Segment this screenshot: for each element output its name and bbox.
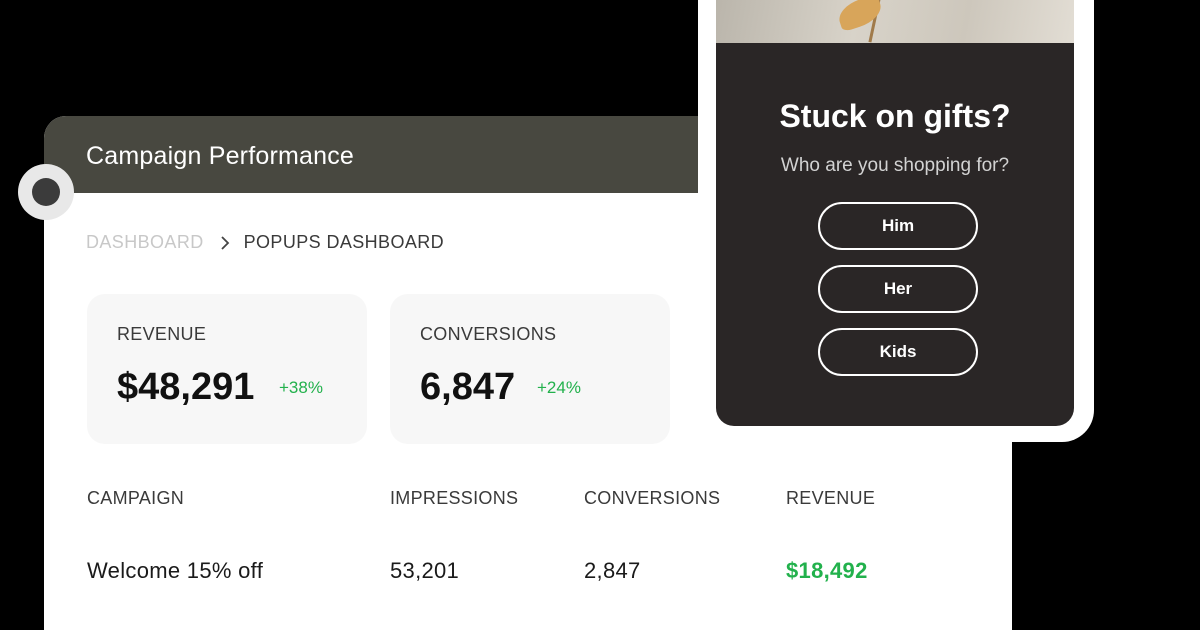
stat-label: REVENUE <box>117 324 207 344</box>
popup-hero-image <box>716 0 1074 43</box>
chevron-right-icon <box>220 235 229 250</box>
breadcrumb: DASHBOARD POPUPS DASHBOARD <box>86 232 444 253</box>
table-header-conversions[interactable]: CONVERSIONS <box>584 488 720 509</box>
revenue-stat-card: REVENUE $48,291 +38% <box>87 294 367 444</box>
table-cell-conversions: 2,847 <box>584 558 641 583</box>
stat-label: CONVERSIONS <box>420 324 557 344</box>
option-her-button[interactable]: Her <box>818 265 978 313</box>
popup-title: Stuck on gifts? <box>779 98 1011 134</box>
table-header-impressions[interactable]: IMPRESSIONS <box>390 488 518 509</box>
popup-screen: Stuck on gifts? Who are you shopping for… <box>716 0 1074 426</box>
table-header-campaign[interactable]: CAMPAIGN <box>87 488 184 509</box>
stat-delta: +38% <box>279 378 323 397</box>
breadcrumb-dashboard-link[interactable]: DASHBOARD <box>86 232 204 253</box>
stat-value: 6,847 <box>420 366 516 408</box>
option-him-button[interactable]: Him <box>818 202 978 250</box>
breadcrumb-current: POPUPS DASHBOARD <box>243 232 445 252</box>
timeline-pin-icon <box>18 164 74 220</box>
table-cell-campaign[interactable]: Welcome 15% off <box>87 558 263 584</box>
conversions-stat-card: CONVERSIONS 6,847 +24% <box>390 294 670 444</box>
option-kids-button[interactable]: Kids <box>818 328 978 376</box>
popup-subtitle: Who are you shopping for? <box>780 155 1010 176</box>
leaf-decoration <box>835 0 885 33</box>
stat-value: $48,291 <box>117 366 255 408</box>
phone-mockup: Stuck on gifts? Who are you shopping for… <box>698 0 1094 442</box>
dashboard-title: Campaign Performance <box>86 142 355 170</box>
table-cell-impressions: 53,201 <box>390 558 460 583</box>
stat-delta: +24% <box>537 378 581 397</box>
table-header-revenue[interactable]: REVENUE <box>786 488 875 509</box>
table-cell-revenue: $18,492 <box>786 558 868 583</box>
pin-dot <box>32 178 60 206</box>
